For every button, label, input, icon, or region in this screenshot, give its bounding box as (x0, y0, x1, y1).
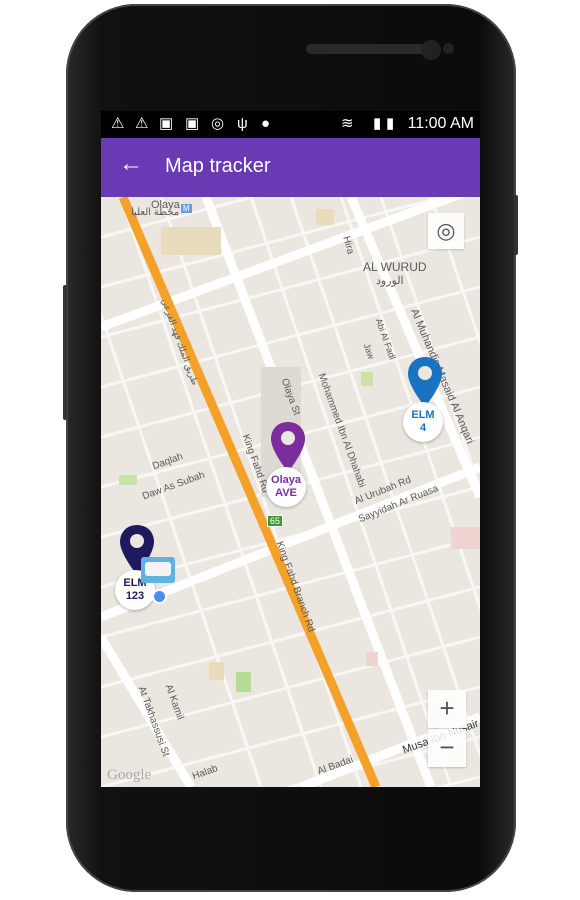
map-view[interactable]: Olaya محطة العليا M Hira AL WURUD الورود… (101, 197, 480, 787)
battery-charging-icon: ▮ (386, 115, 395, 132)
route-shield: 65 (267, 515, 284, 527)
gps-icon: ◎ (211, 115, 225, 132)
map-label: الورود (376, 275, 404, 287)
metro-icon: M (181, 204, 192, 213)
zoom-in-button[interactable]: + (428, 690, 466, 728)
clipboard-check-icon: ▣ (159, 115, 174, 132)
vehicle-van-icon[interactable] (141, 557, 175, 583)
marker-elm-4[interactable]: ELM 4 (403, 357, 447, 447)
google-logo: Google (107, 767, 152, 783)
android-icon: ● (261, 115, 271, 132)
map-pin-icon (408, 357, 442, 407)
page-title: Map tracker (165, 155, 271, 177)
volume-button[interactable] (63, 285, 67, 420)
status-bar: ⚠ ⚠ ▣ ▣ ◎ ψ ● ≋ ▮ ▮ 11:00 AM (101, 111, 480, 138)
marker-olaya-ave[interactable]: Olaya AVE (266, 422, 310, 512)
map-pin-icon (271, 422, 305, 472)
wifi-icon: ≋ (341, 115, 354, 132)
marker-badge: Olaya AVE (266, 467, 306, 507)
media-icon: ▣ (185, 115, 200, 132)
sim-icon: ▮ (373, 115, 382, 132)
arrow-left-icon[interactable]: ← (119, 150, 143, 178)
warning-icon: ⚠ (135, 115, 149, 132)
app-bar: ← Map tracker (101, 138, 480, 197)
speaker (306, 44, 431, 54)
current-location-dot (152, 589, 167, 604)
my-location-button[interactable]: ◎ (428, 213, 464, 249)
screen: ⚠ ⚠ ▣ ▣ ◎ ψ ● ≋ ▮ ▮ 11:00 AM ← Map track… (101, 111, 480, 787)
my-location-icon: ◎ (436, 218, 456, 243)
front-camera (421, 40, 441, 60)
usb-icon: ψ (237, 115, 248, 132)
map-label: محطة العليا (131, 207, 180, 218)
marker-badge: ELM 4 (403, 402, 443, 442)
power-button[interactable] (514, 195, 518, 255)
zoom-out-button[interactable]: − (428, 729, 466, 767)
clock: 11:00 AM (407, 115, 474, 132)
sensor (443, 43, 454, 54)
warning-icon: ⚠ (111, 115, 125, 132)
map-label: AL WURUD (363, 260, 427, 274)
